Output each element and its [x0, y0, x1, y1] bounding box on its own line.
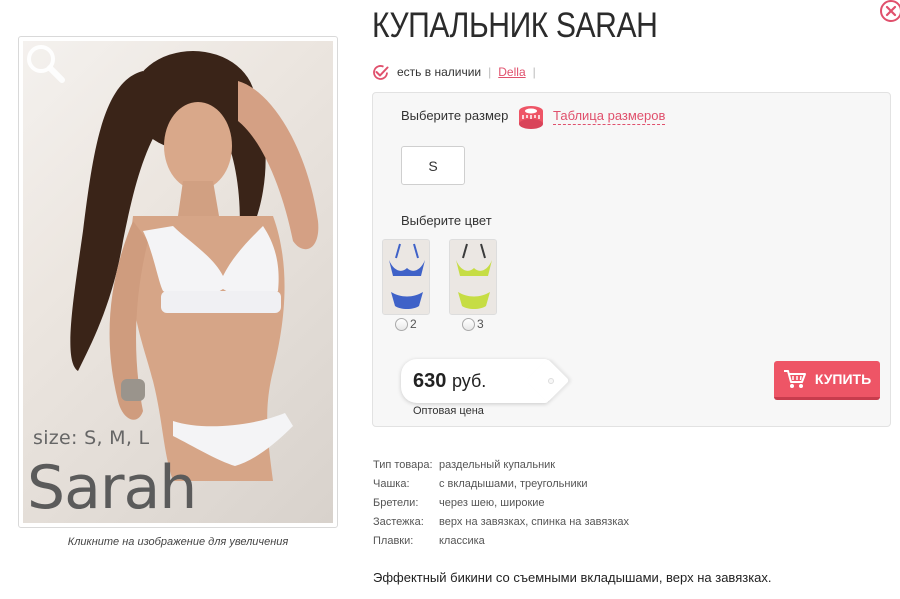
cart-icon	[783, 370, 806, 388]
divider: |	[532, 65, 536, 79]
spec-key: Чашка:	[373, 477, 410, 490]
price-currency: руб.	[451, 371, 487, 391]
buy-button[interactable]: КУПИТЬ	[774, 361, 880, 400]
availability-status: есть в наличии	[397, 65, 482, 79]
buy-label: КУПИТЬ	[814, 371, 872, 387]
spec-row: Застежка: верх на завязках, спинка на за…	[373, 512, 629, 531]
spec-value: классика	[439, 534, 485, 547]
color-option-label: 2	[410, 317, 417, 331]
spec-value: раздельный купальник	[439, 458, 556, 471]
divider: |	[488, 65, 492, 79]
color-swatch-2[interactable]	[382, 239, 430, 315]
product-description: Эффектный бикини со съемными вкладышами,…	[373, 570, 772, 585]
price-value: 630 руб.	[413, 370, 486, 393]
brand-link[interactable]: Della	[498, 65, 525, 79]
check-circle-icon	[373, 64, 389, 80]
size-label: Выберите размер	[401, 108, 509, 123]
spec-row: Тип товара: раздельный купальник	[373, 455, 629, 474]
color-label: Выберите цвет	[401, 213, 492, 228]
zoom-icon[interactable]	[23, 41, 67, 85]
spec-row: Плавки: классика	[373, 531, 629, 550]
spec-row: Чашка: с вкладышами, треугольники	[373, 474, 629, 493]
product-title: КУПАЛЬНИК SARAH	[372, 6, 658, 45]
product-specs: Тип товара: раздельный купальник Чашка: …	[373, 455, 629, 550]
options-panel: Выберите размер Таблица размеров S Выбер…	[372, 92, 891, 427]
price-note: Оптовая цена	[413, 405, 484, 417]
radio-circle-icon	[395, 317, 408, 331]
close-icon[interactable]	[878, 0, 900, 24]
measuring-tape-icon[interactable]	[517, 103, 545, 131]
color-radio-2[interactable]: 2	[395, 317, 417, 331]
spec-key: Бретели:	[373, 496, 419, 509]
color-swatch-3[interactable]	[449, 239, 497, 315]
spec-key: Плавки:	[373, 534, 414, 547]
image-caption: Кликните на изображение для увеличения	[67, 536, 289, 548]
spec-value: с вкладышами, треугольники	[439, 477, 588, 490]
color-option-label: 3	[477, 317, 484, 331]
color-radio-3[interactable]: 3	[462, 317, 484, 331]
spec-key: Застежка:	[373, 515, 424, 528]
radio-circle-icon	[462, 317, 475, 331]
product-image[interactable]: size: S, M, L Sarah	[18, 36, 338, 528]
spec-value: верх на завязках, спинка на завязках	[439, 515, 630, 528]
model-photo[interactable]: size: S, M, L Sarah	[23, 41, 333, 523]
image-size-overlay: size: S, M, L	[33, 427, 150, 449]
spec-value: через шею, широкие	[439, 496, 545, 509]
spec-key: Тип товара:	[373, 458, 433, 471]
size-chart-link[interactable]: Таблица размеров	[553, 108, 666, 125]
tag-hole-icon	[548, 378, 554, 384]
price-tag: 630 руб.	[401, 359, 554, 403]
spec-row: Бретели: через шею, широкие	[373, 493, 629, 512]
image-name-overlay: Sarah	[27, 453, 197, 523]
size-option-s[interactable]: S	[401, 146, 465, 185]
availability-row: есть в наличии | Della |	[372, 63, 543, 81]
price-amount: 630	[413, 370, 447, 392]
